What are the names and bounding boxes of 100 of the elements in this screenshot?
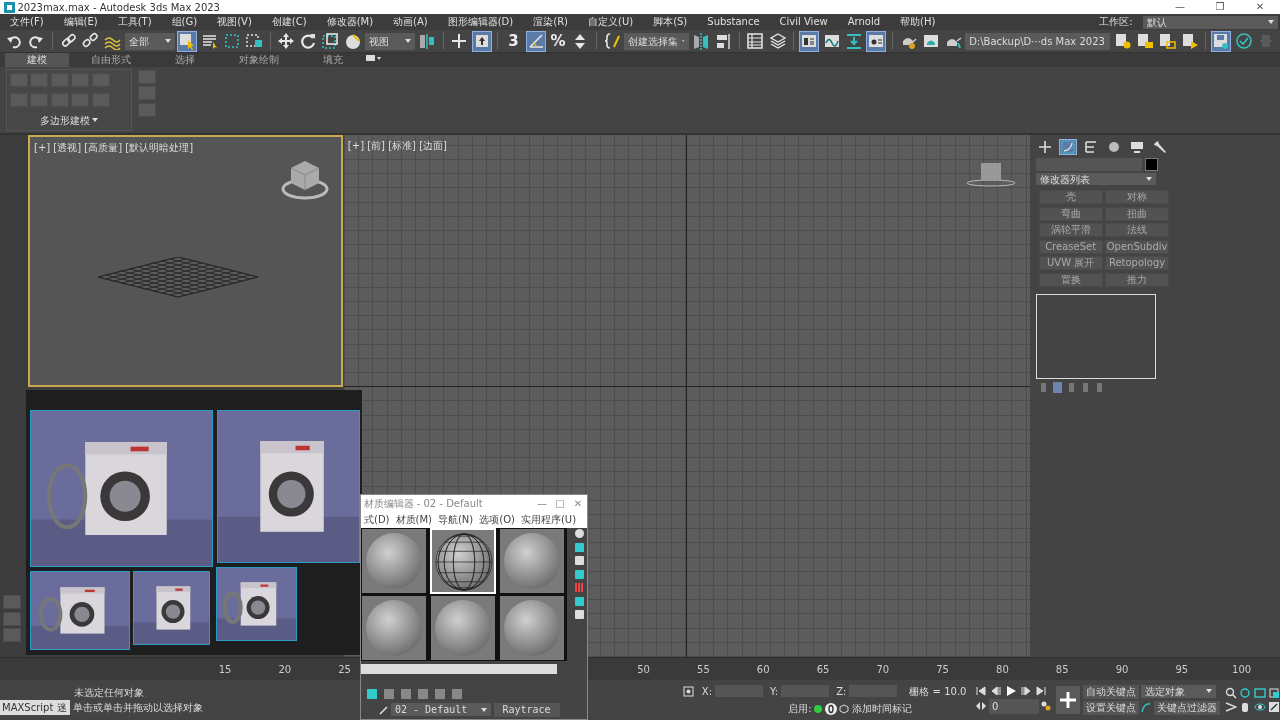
- menu-item[interactable]: 导航(N): [434, 512, 477, 528]
- modifier-button[interactable]: OpenSubdiv: [1105, 239, 1170, 254]
- viewport-label[interactable]: [+] [前] [标准] [边面]: [347, 138, 447, 153]
- modifier-list-dropdown[interactable]: 修改器列表: [1036, 173, 1157, 185]
- key-mode-dropdown[interactable]: 选定对象: [1141, 684, 1216, 698]
- toolbar-dropdown[interactable]: 创建选择集: [624, 32, 689, 50]
- toolbar-button[interactable]: [177, 30, 198, 52]
- toolbar-button[interactable]: [767, 30, 788, 52]
- close-button[interactable]: ✕: [1240, 0, 1280, 14]
- maximize-button[interactable]: □: [551, 496, 569, 511]
- snap-toggle-button[interactable]: 3: [503, 30, 524, 52]
- key-filters-button[interactable]: 关键点过滤器: [1153, 701, 1220, 716]
- maxscript-field[interactable]: MAXScript 迷: [0, 700, 70, 715]
- viewport-label[interactable]: [+] [透视] [高质量] [默认明暗处理]: [34, 140, 194, 155]
- ribbon-tab[interactable]: 填充: [301, 53, 365, 67]
- modifier-button[interactable]: UVW 展开: [1038, 256, 1103, 270]
- modifier-button[interactable]: CreaseSet: [1038, 239, 1103, 254]
- modifier-button[interactable]: 法线: [1105, 223, 1170, 237]
- menu-item[interactable]: 材质(M): [392, 512, 435, 528]
- menu-item[interactable]: 渲染(R): [523, 14, 578, 30]
- menu-item[interactable]: 式(D): [361, 512, 393, 528]
- camera-icon[interactable]: [365, 53, 381, 63]
- ribbon-tab[interactable]: 自由形式: [69, 53, 153, 67]
- color-swatch[interactable]: [1144, 157, 1158, 171]
- ribbon-tab[interactable]: 建模: [5, 53, 69, 67]
- frame-field[interactable]: 0: [988, 698, 1039, 714]
- modifier-button[interactable]: 置换: [1038, 272, 1103, 287]
- menu-item[interactable]: Substance: [697, 14, 770, 30]
- toolbar-button[interactable]: [799, 30, 820, 52]
- restore-button[interactable]: ❐: [1200, 0, 1240, 14]
- minimize-button[interactable]: —: [533, 496, 551, 511]
- modifier-button[interactable]: 涡轮平滑: [1038, 223, 1103, 237]
- key-button[interactable]: [1056, 686, 1080, 714]
- toolbar-button[interactable]: [320, 30, 341, 52]
- ribbon-tab[interactable]: 对象绘制: [217, 53, 301, 67]
- toolbar-button[interactable]: [525, 30, 546, 52]
- menu-item[interactable]: 修改器(M): [316, 14, 384, 30]
- go-start-icon[interactable]: [976, 686, 987, 697]
- toolbar-button[interactable]: [471, 30, 492, 52]
- square-icon[interactable]: [573, 568, 585, 580]
- menu-item[interactable]: 选项(O): [476, 512, 518, 528]
- snap-toggle-button[interactable]: %: [548, 30, 568, 52]
- scrollbar[interactable]: [361, 664, 557, 674]
- modifier-button[interactable]: 推力: [1105, 272, 1170, 287]
- sphere-sample[interactable]: [499, 528, 565, 594]
- material-type-button[interactable]: Raytrace: [493, 702, 560, 717]
- go-end-icon[interactable]: [1036, 686, 1047, 697]
- menu-item[interactable]: Civil View: [769, 14, 838, 30]
- menu-item[interactable]: 视图(V): [207, 14, 262, 30]
- sphere-sample[interactable]: [430, 595, 496, 661]
- toolbar-button[interactable]: [1233, 30, 1254, 52]
- prev-frame-icon[interactable]: [991, 686, 1002, 697]
- menu-item[interactable]: 文件(F): [0, 14, 54, 30]
- toolbar-dropdown[interactable]: D:\Backup\D···ds Max 2023: [965, 32, 1111, 50]
- menu-item[interactable]: Arnold: [837, 14, 891, 30]
- menu-item[interactable]: 动画(A): [383, 14, 438, 30]
- command-panel-tab[interactable]: [1059, 139, 1078, 155]
- toolbar-button[interactable]: [602, 30, 622, 52]
- modifier-button[interactable]: 弯曲: [1038, 206, 1103, 221]
- hand-icon[interactable]: [1239, 701, 1251, 714]
- caret-icon[interactable]: [92, 118, 99, 122]
- menu-item[interactable]: 帮助(H): [890, 14, 946, 30]
- cube-icon[interactable]: [839, 703, 850, 714]
- frame-icon[interactable]: [1253, 686, 1266, 699]
- zoom-all-icon[interactable]: [1239, 686, 1251, 699]
- key-curve-icon[interactable]: [1141, 703, 1151, 714]
- modifier-button[interactable]: 对称: [1105, 190, 1170, 204]
- modifier-button[interactable]: 壳: [1038, 190, 1103, 204]
- material-name-dropdown[interactable]: 02 - Default: [391, 703, 491, 716]
- auto-key-button[interactable]: 自动关键点: [1082, 684, 1139, 699]
- toolbar-dropdown[interactable]: 视图: [365, 32, 416, 50]
- sphere-sample[interactable]: [361, 528, 427, 594]
- set-key-button[interactable]: 设置关键点: [1082, 701, 1139, 716]
- menu-item[interactable]: 实用程序(U): [517, 512, 580, 528]
- frame-icon[interactable]: [1268, 686, 1280, 699]
- orbit-icon[interactable]: [1253, 701, 1266, 714]
- menu-item[interactable]: 图形编辑器(D): [437, 14, 524, 30]
- modifier-button[interactable]: Retopology: [1105, 256, 1170, 270]
- target-icon[interactable]: [683, 685, 695, 697]
- perspective-viewport[interactable]: [+] [透视] [高质量] [默认明暗处理]: [28, 135, 343, 387]
- bar-icon[interactable]: [1052, 381, 1062, 393]
- sphere-sample[interactable]: [499, 595, 565, 661]
- arrows-icon[interactable]: [976, 702, 987, 711]
- eyedropper-icon[interactable]: [378, 704, 389, 715]
- workspace-dropdown[interactable]: 默认: [1142, 15, 1278, 29]
- close-button[interactable]: ✕: [569, 496, 587, 511]
- bars-icon[interactable]: [573, 582, 585, 593]
- menu-item[interactable]: 工具(T): [107, 14, 162, 30]
- fov-icon[interactable]: [1224, 701, 1237, 714]
- maximize-icon[interactable]: [1268, 701, 1280, 714]
- minimize-button[interactable]: —: [1160, 0, 1200, 14]
- modifier-button[interactable]: 扭曲: [1105, 206, 1170, 221]
- menu-item[interactable]: 编辑(E): [53, 14, 108, 30]
- zoom-icon[interactable]: [1224, 686, 1237, 699]
- toolbar-dropdown[interactable]: 全部: [124, 32, 175, 50]
- viewcube-icon[interactable]: [280, 159, 329, 201]
- enabled-dot[interactable]: [814, 704, 823, 713]
- menu-item[interactable]: 创建(C): [261, 14, 317, 30]
- sphere-sample[interactable]: [361, 595, 427, 661]
- viewcube-icon[interactable]: [965, 161, 1016, 189]
